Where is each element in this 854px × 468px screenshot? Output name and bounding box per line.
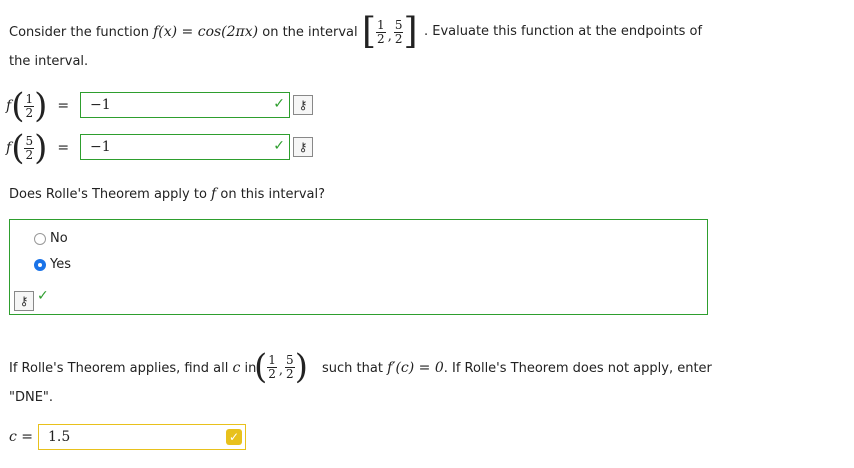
key-icon[interactable]: ⚷ (293, 95, 313, 115)
right-paren: ) (294, 347, 308, 387)
radio-no[interactable] (34, 233, 46, 245)
check-icon: ✓ (37, 288, 49, 304)
rolle-question-post: on this interval? (216, 187, 326, 202)
intro-text-pre: Consider the function (9, 25, 154, 40)
open-interval-start: 12 (267, 352, 277, 381)
interval-end: 52 (393, 17, 404, 46)
right-paren: ) (34, 128, 48, 168)
find-c-post2: . If Rolle's Theorem does not apply, ent… (443, 361, 712, 376)
equals-sign: = (57, 98, 70, 114)
c-answer-field[interactable]: 1.5 ✓ (38, 424, 246, 450)
left-paren: ( (254, 347, 268, 387)
option-no-label: No (50, 231, 68, 246)
interval-closed: [ 12 , 52 ] (362, 12, 418, 52)
left-bracket: [ (362, 11, 377, 52)
eval1-argument: 12 (24, 91, 35, 120)
interval-start: 12 (376, 17, 386, 46)
eval1-label: f ( 12 ) = (6, 86, 69, 126)
comma: , (387, 29, 392, 44)
intro-text-mid: on the interval (258, 25, 358, 40)
interval-open: ( 12 , 52 ) (254, 346, 308, 388)
eval2-argument: 52 (24, 133, 35, 162)
open-interval-end: 52 (285, 352, 295, 381)
find-c-line2: "DNE". (9, 390, 54, 405)
partial-check-icon: ✓ (226, 429, 242, 445)
intro-text-post: . Evaluate this function at the endpoint… (424, 24, 703, 39)
rolle-question: Does Rolle's Theorem apply to f on this … (9, 186, 325, 202)
eval2-label: f ( 52 ) = (6, 128, 69, 168)
question-intro: Consider the function f(x) = cos(2πx) on… (9, 24, 358, 40)
right-bracket: ] (403, 11, 418, 52)
eval2-answer-field[interactable]: −1 ✓ (80, 134, 290, 160)
eval1-answer-value: −1 (90, 97, 111, 113)
rolle-question-pre: Does Rolle's Theorem apply to (9, 187, 212, 202)
option-yes-label: Yes (50, 257, 71, 272)
right-paren: ) (34, 86, 48, 126)
check-icon: ✓ (273, 96, 285, 112)
derivative-expression: f′(c) = 0 (387, 360, 444, 376)
find-c-post: such that f′(c) = 0. If Rolle's Theorem … (322, 360, 712, 376)
key-icon[interactable]: ⚷ (293, 137, 313, 157)
rolle-answer-group: No Yes ⚷ ✓ (9, 219, 708, 315)
equals-sign: = (57, 140, 70, 156)
find-c-prompt: If Rolle's Theorem applies, find all c i… (9, 360, 256, 376)
find-c-pre: If Rolle's Theorem applies, find all (9, 361, 233, 376)
function-expression: f(x) = cos(2πx) (153, 24, 259, 40)
check-icon: ✓ (273, 138, 285, 154)
intro-text-line2: the interval. (9, 54, 89, 69)
c-field-label: c = (9, 429, 34, 445)
eval1-answer-field[interactable]: −1 ✓ (80, 92, 290, 118)
eval2-answer-value: −1 (90, 139, 111, 155)
left-paren: ( (11, 86, 25, 126)
left-paren: ( (11, 128, 25, 168)
comma: , (278, 363, 284, 378)
find-c-post1: such that (322, 361, 388, 376)
key-icon[interactable]: ⚷ (14, 291, 34, 311)
radio-yes[interactable] (34, 259, 46, 271)
c-answer-value: 1.5 (48, 429, 71, 445)
